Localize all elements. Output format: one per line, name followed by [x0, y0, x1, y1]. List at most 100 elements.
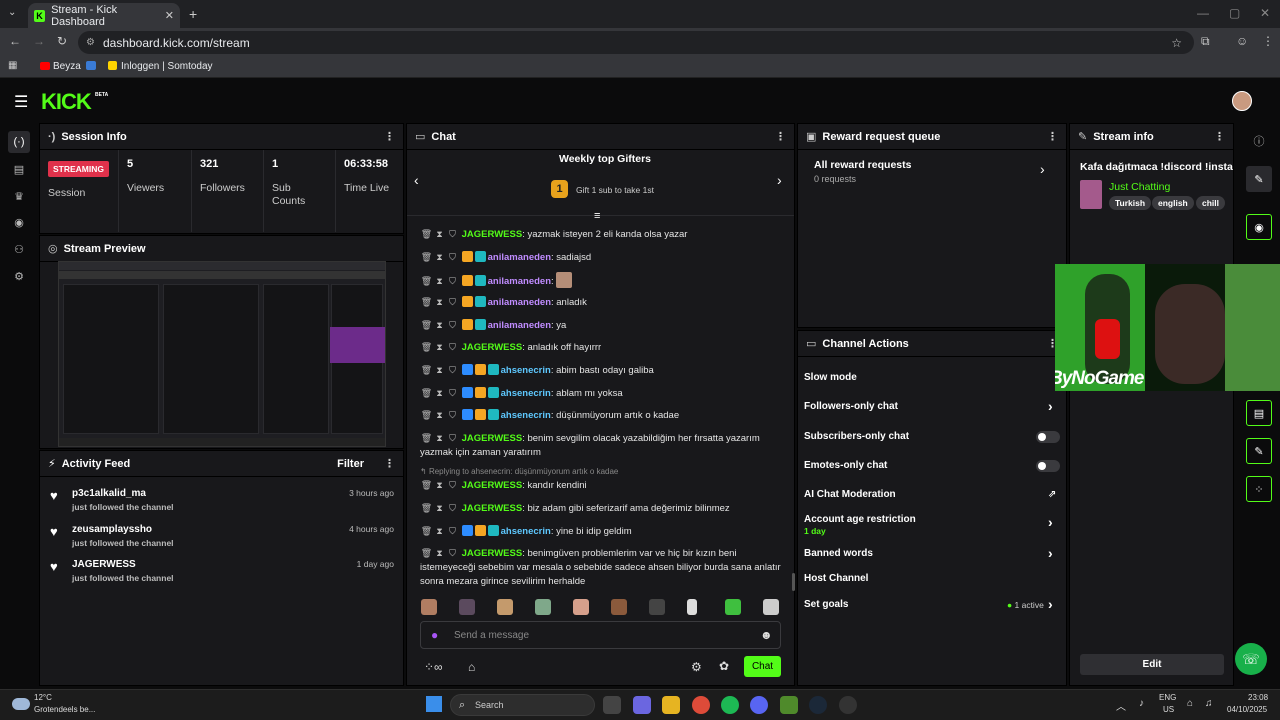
gifters-next-icon[interactable]: ›: [777, 172, 782, 188]
profile-icon[interactable]: ☺: [1236, 34, 1248, 48]
timeout-icon[interactable]: ⧗: [433, 478, 446, 492]
nav-moderation-icon[interactable]: ◉: [8, 211, 30, 233]
timeout-icon[interactable]: ⧗: [433, 408, 446, 422]
volume-icon[interactable]: ♫: [1205, 698, 1213, 709]
nav-settings-icon[interactable]: ⚙: [8, 265, 30, 287]
chat-username[interactable]: ahsenecrin: [501, 365, 551, 376]
site-info-icon[interactable]: ⚙: [86, 37, 95, 48]
chat-username[interactable]: JAGERWESS: [462, 229, 523, 240]
task-view-icon[interactable]: [603, 696, 621, 714]
timeout-icon[interactable]: ⧗: [433, 227, 446, 241]
emote-9[interactable]: [725, 599, 741, 615]
reply-context[interactable]: ↰ Replying to ahsenecrin: düşünmüyorum a…: [420, 465, 792, 479]
ai-moderation-row[interactable]: AI Chat Moderation ⇗: [804, 489, 1062, 500]
chat-username[interactable]: JAGERWESS: [462, 503, 523, 514]
reload-icon[interactable]: ↻: [57, 34, 67, 48]
timeout-icon[interactable]: ⧗: [433, 524, 446, 538]
nav-community-icon[interactable]: ⚇: [8, 238, 30, 260]
forward-icon[interactable]: →: [33, 34, 45, 48]
delete-icon[interactable]: 🗑: [420, 295, 433, 309]
emote-5[interactable]: [573, 599, 589, 615]
back-icon[interactable]: ←: [9, 34, 21, 48]
layout-tool-icon[interactable]: ▤: [1246, 400, 1272, 426]
emote-10[interactable]: [763, 599, 779, 615]
session-menu-icon[interactable]: ⋮: [384, 130, 395, 143]
kick-logo[interactable]: KICK: [41, 89, 92, 115]
tray-chevron-icon[interactable]: ︿: [1116, 698, 1126, 713]
chat-username[interactable]: ahsenecrin: [501, 526, 551, 537]
chat-username[interactable]: JAGERWESS: [462, 480, 523, 491]
moderation-tool-icon[interactable]: ◉: [1246, 214, 1272, 240]
tray-mic-icon[interactable]: ♪: [1139, 698, 1144, 709]
timeout-icon[interactable]: ⧗: [433, 250, 446, 264]
close-window-icon[interactable]: ✕: [1260, 6, 1270, 20]
delete-icon[interactable]: 🗑: [420, 546, 433, 560]
minecraft-icon[interactable]: [780, 696, 798, 714]
maximize-icon[interactable]: ▢: [1229, 6, 1240, 20]
chat-username[interactable]: anilamaneden: [488, 276, 551, 287]
hamburger-menu-icon[interactable]: ☰: [14, 92, 28, 112]
chat-username[interactable]: ahsenecrin: [501, 388, 551, 399]
emote-4[interactable]: [535, 599, 551, 615]
file-explorer-icon[interactable]: [662, 696, 680, 714]
account-age-row[interactable]: Account age restriction 1 day ›: [804, 514, 1062, 536]
emotes-only-toggle[interactable]: [1036, 460, 1060, 472]
steam-icon[interactable]: [809, 696, 827, 714]
emote-6[interactable]: [611, 599, 627, 615]
microphone-icon[interactable]: ●: [431, 628, 438, 642]
chrome-icon[interactable]: [692, 696, 710, 714]
region-code[interactable]: US: [1163, 705, 1174, 714]
pinned-collapse-icon[interactable]: ≡: [594, 210, 600, 222]
bookmark-star-icon[interactable]: ☆: [1171, 36, 1182, 50]
category-name[interactable]: Just Chatting: [1109, 181, 1170, 193]
clock-time[interactable]: 23:08: [1248, 693, 1268, 702]
user-avatar[interactable]: [1232, 91, 1252, 111]
delete-icon[interactable]: 🗑: [420, 501, 433, 515]
tag-chill[interactable]: chill: [1196, 196, 1226, 210]
slow-mode-row[interactable]: Slow mode: [804, 372, 1062, 383]
filter-button[interactable]: Filter: [337, 458, 364, 470]
chat-username[interactable]: ahsenecrin: [501, 410, 551, 421]
banned-words-row[interactable]: Banned words ›: [804, 545, 1062, 561]
tab-search-icon[interactable]: ⌄: [8, 7, 16, 18]
minimize-icon[interactable]: —: [1197, 6, 1209, 20]
emote-2[interactable]: [459, 599, 475, 615]
chat-menu-icon[interactable]: ⋮: [775, 130, 786, 143]
delete-icon[interactable]: 🗑: [420, 524, 433, 538]
timeout-icon[interactable]: ⧗: [433, 431, 446, 445]
emoji-picker-icon[interactable]: ☻: [760, 628, 773, 642]
reward-menu-icon[interactable]: ⋮: [1047, 130, 1058, 143]
stream-preview-video[interactable]: [58, 261, 386, 447]
timeout-icon[interactable]: ⧗: [433, 318, 446, 332]
nav-stream-icon[interactable]: (·): [8, 131, 30, 153]
weather-cloud-icon[interactable]: [12, 698, 30, 710]
emote-1[interactable]: [421, 599, 437, 615]
activity-menu-icon[interactable]: ⋮: [384, 457, 395, 470]
nav-analytics-icon[interactable]: ▤: [8, 158, 30, 180]
timeout-icon[interactable]: ⧗: [433, 295, 446, 309]
browser-tab[interactable]: K Stream - Kick Dashboard ✕: [28, 3, 180, 28]
delete-icon[interactable]: 🗑: [420, 363, 433, 377]
timeout-icon[interactable]: ⧗: [433, 546, 446, 560]
gifters-prev-icon[interactable]: ‹: [414, 172, 419, 188]
delete-icon[interactable]: 🗑: [420, 431, 433, 445]
nav-trophy-icon[interactable]: ♛: [8, 185, 30, 207]
spotify-icon[interactable]: [721, 696, 739, 714]
emote-7[interactable]: [649, 599, 665, 615]
clock-date[interactable]: 04/10/2025: [1227, 705, 1267, 714]
delete-icon[interactable]: 🗑: [420, 408, 433, 422]
extensions-icon[interactable]: ⧉: [1201, 34, 1210, 49]
timeout-icon[interactable]: ⧗: [433, 274, 446, 288]
discord-icon[interactable]: [750, 696, 768, 714]
language-code[interactable]: ENG: [1159, 693, 1176, 702]
bookmark-folder-icon[interactable]: [86, 61, 96, 70]
copilot-icon[interactable]: [633, 696, 651, 714]
delete-icon[interactable]: 🗑: [420, 340, 433, 354]
delete-icon[interactable]: 🗑: [420, 227, 433, 241]
followers-only-row[interactable]: Followers-only chat ›: [804, 398, 1062, 414]
share-tool-icon[interactable]: ⁘: [1246, 476, 1272, 502]
chat-username[interactable]: JAGERWESS: [462, 433, 523, 444]
chat-settings-icon[interactable]: ⚙: [691, 660, 702, 674]
chat-send-button[interactable]: Chat: [744, 656, 781, 677]
url-field[interactable]: ⚙ dashboard.kick.com/stream ☆: [78, 31, 1194, 54]
